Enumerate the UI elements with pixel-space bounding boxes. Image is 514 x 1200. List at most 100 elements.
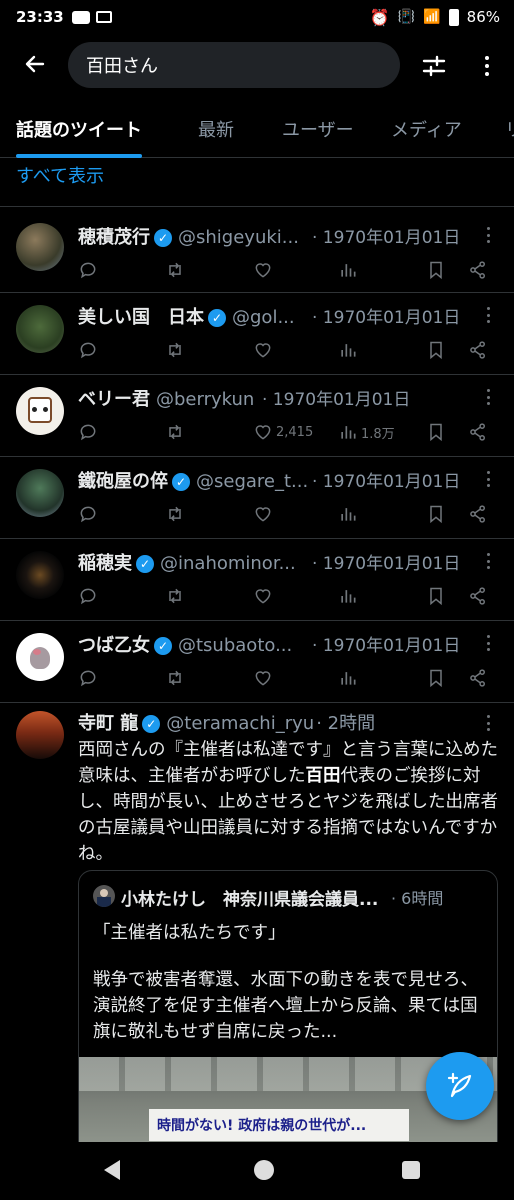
- like-button[interactable]: [253, 501, 273, 527]
- like-button[interactable]: [253, 583, 273, 609]
- share-icon: [470, 587, 485, 605]
- tweet-card[interactable]: 美しい国 日本 ✓ @gol... · 1970年01月01日: [0, 293, 514, 375]
- search-header: 百田さん: [0, 34, 514, 94]
- heart-icon: [255, 263, 271, 278]
- tweet-card[interactable]: つば乙女 ✓ @tsubaoto... · 1970年01月01日: [0, 621, 514, 703]
- search-input[interactable]: 百田さん: [68, 42, 400, 88]
- tweet-actions: [0, 665, 514, 691]
- status-time: 23:33: [16, 8, 64, 26]
- reply-icon: [80, 670, 96, 687]
- vibrate-icon: 📳: [397, 9, 416, 25]
- share-button[interactable]: [468, 665, 488, 691]
- tab-lists[interactable]: リ: [505, 100, 514, 158]
- reply-button[interactable]: [78, 419, 98, 445]
- show-all-link[interactable]: すべて表示: [16, 162, 104, 188]
- back-button[interactable]: [11, 40, 59, 88]
- dot-icon: [485, 72, 489, 76]
- reply-button[interactable]: [78, 501, 98, 527]
- share-button[interactable]: [468, 337, 488, 363]
- tweet-actions: [0, 583, 514, 609]
- retweet-button[interactable]: [165, 419, 185, 445]
- tweet-more-button[interactable]: [484, 553, 492, 569]
- nav-home-icon[interactable]: [254, 1160, 274, 1180]
- heart-icon: [255, 589, 271, 604]
- share-button[interactable]: [468, 501, 488, 527]
- tweet-more-button[interactable]: [484, 389, 492, 405]
- bookmark-icon: [430, 587, 442, 606]
- dot-icon: [485, 56, 489, 60]
- reply-button[interactable]: [78, 665, 98, 691]
- tweet-card[interactable]: 穂積茂行 ✓ @shigeyuki... · 1970年01月01日: [0, 207, 514, 293]
- bookmark-button[interactable]: [426, 257, 446, 283]
- retweet-button[interactable]: [165, 583, 185, 609]
- bookmark-button[interactable]: [426, 665, 446, 691]
- compose-tweet-button[interactable]: [426, 1052, 494, 1120]
- share-button[interactable]: [468, 257, 488, 283]
- tab-latest[interactable]: 最新: [198, 100, 234, 158]
- views-button[interactable]: [338, 665, 358, 691]
- quoted-tweet[interactable]: 小林たけし 神奈川県議会議員... · 6時間 「主催者は私たちです」 戦争で被…: [78, 870, 498, 1170]
- filter-button[interactable]: [414, 46, 454, 86]
- tweet-more-button[interactable]: [484, 471, 492, 487]
- avatar[interactable]: [16, 711, 64, 759]
- retweet-button[interactable]: [165, 257, 185, 283]
- retweet-button[interactable]: [165, 501, 185, 527]
- tab-media[interactable]: メディア: [391, 100, 462, 158]
- share-icon: [470, 423, 485, 441]
- alarm-icon: ⏰: [369, 7, 390, 27]
- bookmark-button[interactable]: [426, 583, 446, 609]
- views-chart-icon: [341, 426, 356, 439]
- views-button[interactable]: [338, 583, 358, 609]
- overflow-menu-button[interactable]: [470, 46, 504, 86]
- retweet-button[interactable]: [165, 337, 185, 363]
- retweet-icon: [169, 670, 181, 686]
- nav-back-icon[interactable]: [104, 1160, 120, 1180]
- bookmark-button[interactable]: [426, 419, 446, 445]
- tweet-more-button[interactable]: [484, 227, 492, 243]
- views-chart-icon: [341, 344, 356, 357]
- tweet-card[interactable]: 鐵砲屋の倅 ✓ @segare_t... · 1970年01月01日: [0, 457, 514, 539]
- bookmark-button[interactable]: [426, 337, 446, 363]
- app-notification-icon: [95, 11, 112, 23]
- reply-button[interactable]: [78, 583, 98, 609]
- tweet-more-button[interactable]: [484, 715, 492, 731]
- tweet-date: · 1970年01月01日: [312, 636, 461, 656]
- views-chart-icon: [341, 590, 356, 603]
- tweet-author: つば乙女 ✓ @tsubaoto...: [78, 631, 292, 657]
- bookmark-icon: [430, 423, 442, 442]
- tab-top[interactable]: 話題のツイート: [16, 100, 142, 158]
- retweet-button[interactable]: [165, 665, 185, 691]
- bookmark-button[interactable]: [426, 501, 446, 527]
- like-button[interactable]: 2,415: [253, 419, 313, 445]
- tweet-card[interactable]: 稲穂実 ✓ @inahominor... · 1970年01月01日: [0, 539, 514, 621]
- sliders-icon: [422, 55, 446, 77]
- like-button[interactable]: [253, 665, 273, 691]
- nav-recents-icon[interactable]: [402, 1161, 420, 1179]
- views-button[interactable]: [338, 501, 358, 527]
- tab-users[interactable]: ユーザー: [282, 100, 354, 158]
- share-button[interactable]: [468, 583, 488, 609]
- reply-icon: [80, 506, 96, 523]
- views-button[interactable]: 1.8万: [338, 419, 395, 445]
- reply-button[interactable]: [78, 337, 98, 363]
- author-name: 稲穂実: [78, 553, 132, 574]
- views-button[interactable]: [338, 257, 358, 283]
- share-icon: [470, 505, 485, 523]
- tweet-date: · 1970年01月01日: [312, 228, 461, 248]
- tweet-more-button[interactable]: [484, 635, 492, 651]
- view-count: 1.8万: [361, 426, 395, 442]
- system-nav-bar: [0, 1142, 514, 1200]
- tweet-time: · 2時間: [316, 713, 376, 734]
- tweet-card[interactable]: ベリー君 @berrykun · 1970年01月01日 2,415 1.8万: [0, 375, 514, 457]
- reply-button[interactable]: [78, 257, 98, 283]
- views-button[interactable]: [338, 337, 358, 363]
- tweet-more-button[interactable]: [484, 307, 492, 323]
- like-button[interactable]: [253, 257, 273, 283]
- like-button[interactable]: [253, 337, 273, 363]
- author-name: つば乙女: [78, 635, 150, 656]
- reply-icon: [80, 262, 96, 279]
- share-button[interactable]: [468, 419, 488, 445]
- share-icon: [470, 669, 485, 687]
- quote-avatar: [93, 885, 115, 907]
- author-handle: @inahominor...: [160, 553, 296, 574]
